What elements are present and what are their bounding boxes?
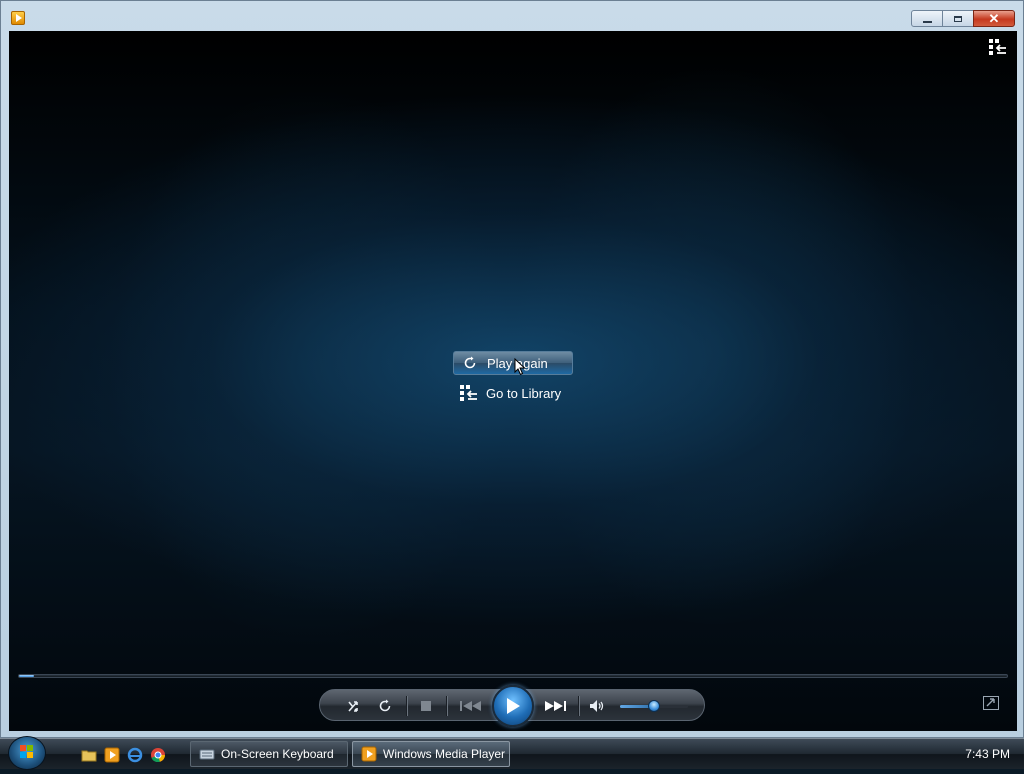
- stop-icon: [421, 701, 431, 711]
- repeat-button[interactable]: [374, 695, 396, 717]
- replay-icon: [461, 354, 479, 372]
- maximize-button[interactable]: [942, 10, 974, 27]
- volume-thumb[interactable]: [648, 700, 660, 712]
- stop-button[interactable]: [415, 695, 437, 717]
- keyboard-icon: [199, 749, 215, 760]
- control-divider: [578, 696, 580, 716]
- library-icon: [460, 384, 478, 402]
- volume-slider[interactable]: [620, 700, 688, 712]
- previous-icon: [460, 701, 481, 711]
- windows-logo-icon: [20, 745, 33, 758]
- taskbar-button-windows-media-player[interactable]: Windows Media Player: [352, 741, 510, 767]
- start-button[interactable]: [8, 736, 46, 770]
- title-bar[interactable]: ✕: [1, 1, 1023, 31]
- windows-explorer-icon[interactable]: [81, 747, 97, 763]
- taskbar: On-Screen Keyboard Windows Media Player …: [0, 736, 1024, 770]
- next-icon: [545, 701, 566, 711]
- taskbar-button-label: On-Screen Keyboard: [221, 747, 334, 761]
- taskbar-button-label: Windows Media Player: [383, 747, 506, 761]
- chrome-icon[interactable]: [150, 747, 166, 763]
- shuffle-button[interactable]: [344, 695, 366, 717]
- switch-to-compact-mode-icon[interactable]: [983, 696, 999, 710]
- caption-buttons: ✕: [911, 10, 1015, 27]
- windows-media-player-icon: [361, 746, 377, 762]
- go-to-library-button[interactable]: Go to Library: [453, 381, 573, 405]
- media-player-app-icon[interactable]: [11, 11, 25, 25]
- repeat-icon: [379, 699, 391, 712]
- next-button[interactable]: [540, 695, 570, 717]
- playback-controls: [319, 685, 705, 727]
- play-button[interactable]: [492, 685, 534, 727]
- media-player-window: ✕ Play again Go to Library: [0, 0, 1024, 738]
- close-button[interactable]: ✕: [973, 10, 1015, 27]
- seek-progress: [19, 675, 34, 677]
- go-to-library-label: Go to Library: [486, 385, 562, 401]
- clock[interactable]: 7:43 PM: [965, 747, 1010, 761]
- shuffle-icon: [348, 701, 358, 712]
- control-divider: [406, 696, 408, 716]
- minimize-icon: [922, 20, 932, 23]
- seek-bar[interactable]: [18, 674, 1008, 678]
- now-playing-area: Play again Go to Library: [9, 31, 1017, 731]
- control-divider: [446, 696, 448, 716]
- close-icon: ✕: [988, 10, 1000, 26]
- previous-button[interactable]: [456, 695, 486, 717]
- minimize-button[interactable]: [911, 10, 943, 27]
- maximize-icon: [954, 15, 962, 22]
- internet-explorer-icon[interactable]: [127, 747, 143, 763]
- play-again-button[interactable]: Play again: [453, 351, 573, 375]
- play-icon: [507, 698, 520, 714]
- mouse-cursor-icon: [514, 358, 526, 376]
- switch-to-library-icon[interactable]: [989, 39, 1007, 55]
- mute-button[interactable]: [586, 695, 608, 717]
- windows-media-player-icon[interactable]: [104, 747, 120, 763]
- speaker-icon: [590, 700, 604, 712]
- taskbar-button-on-screen-keyboard[interactable]: On-Screen Keyboard: [190, 741, 348, 767]
